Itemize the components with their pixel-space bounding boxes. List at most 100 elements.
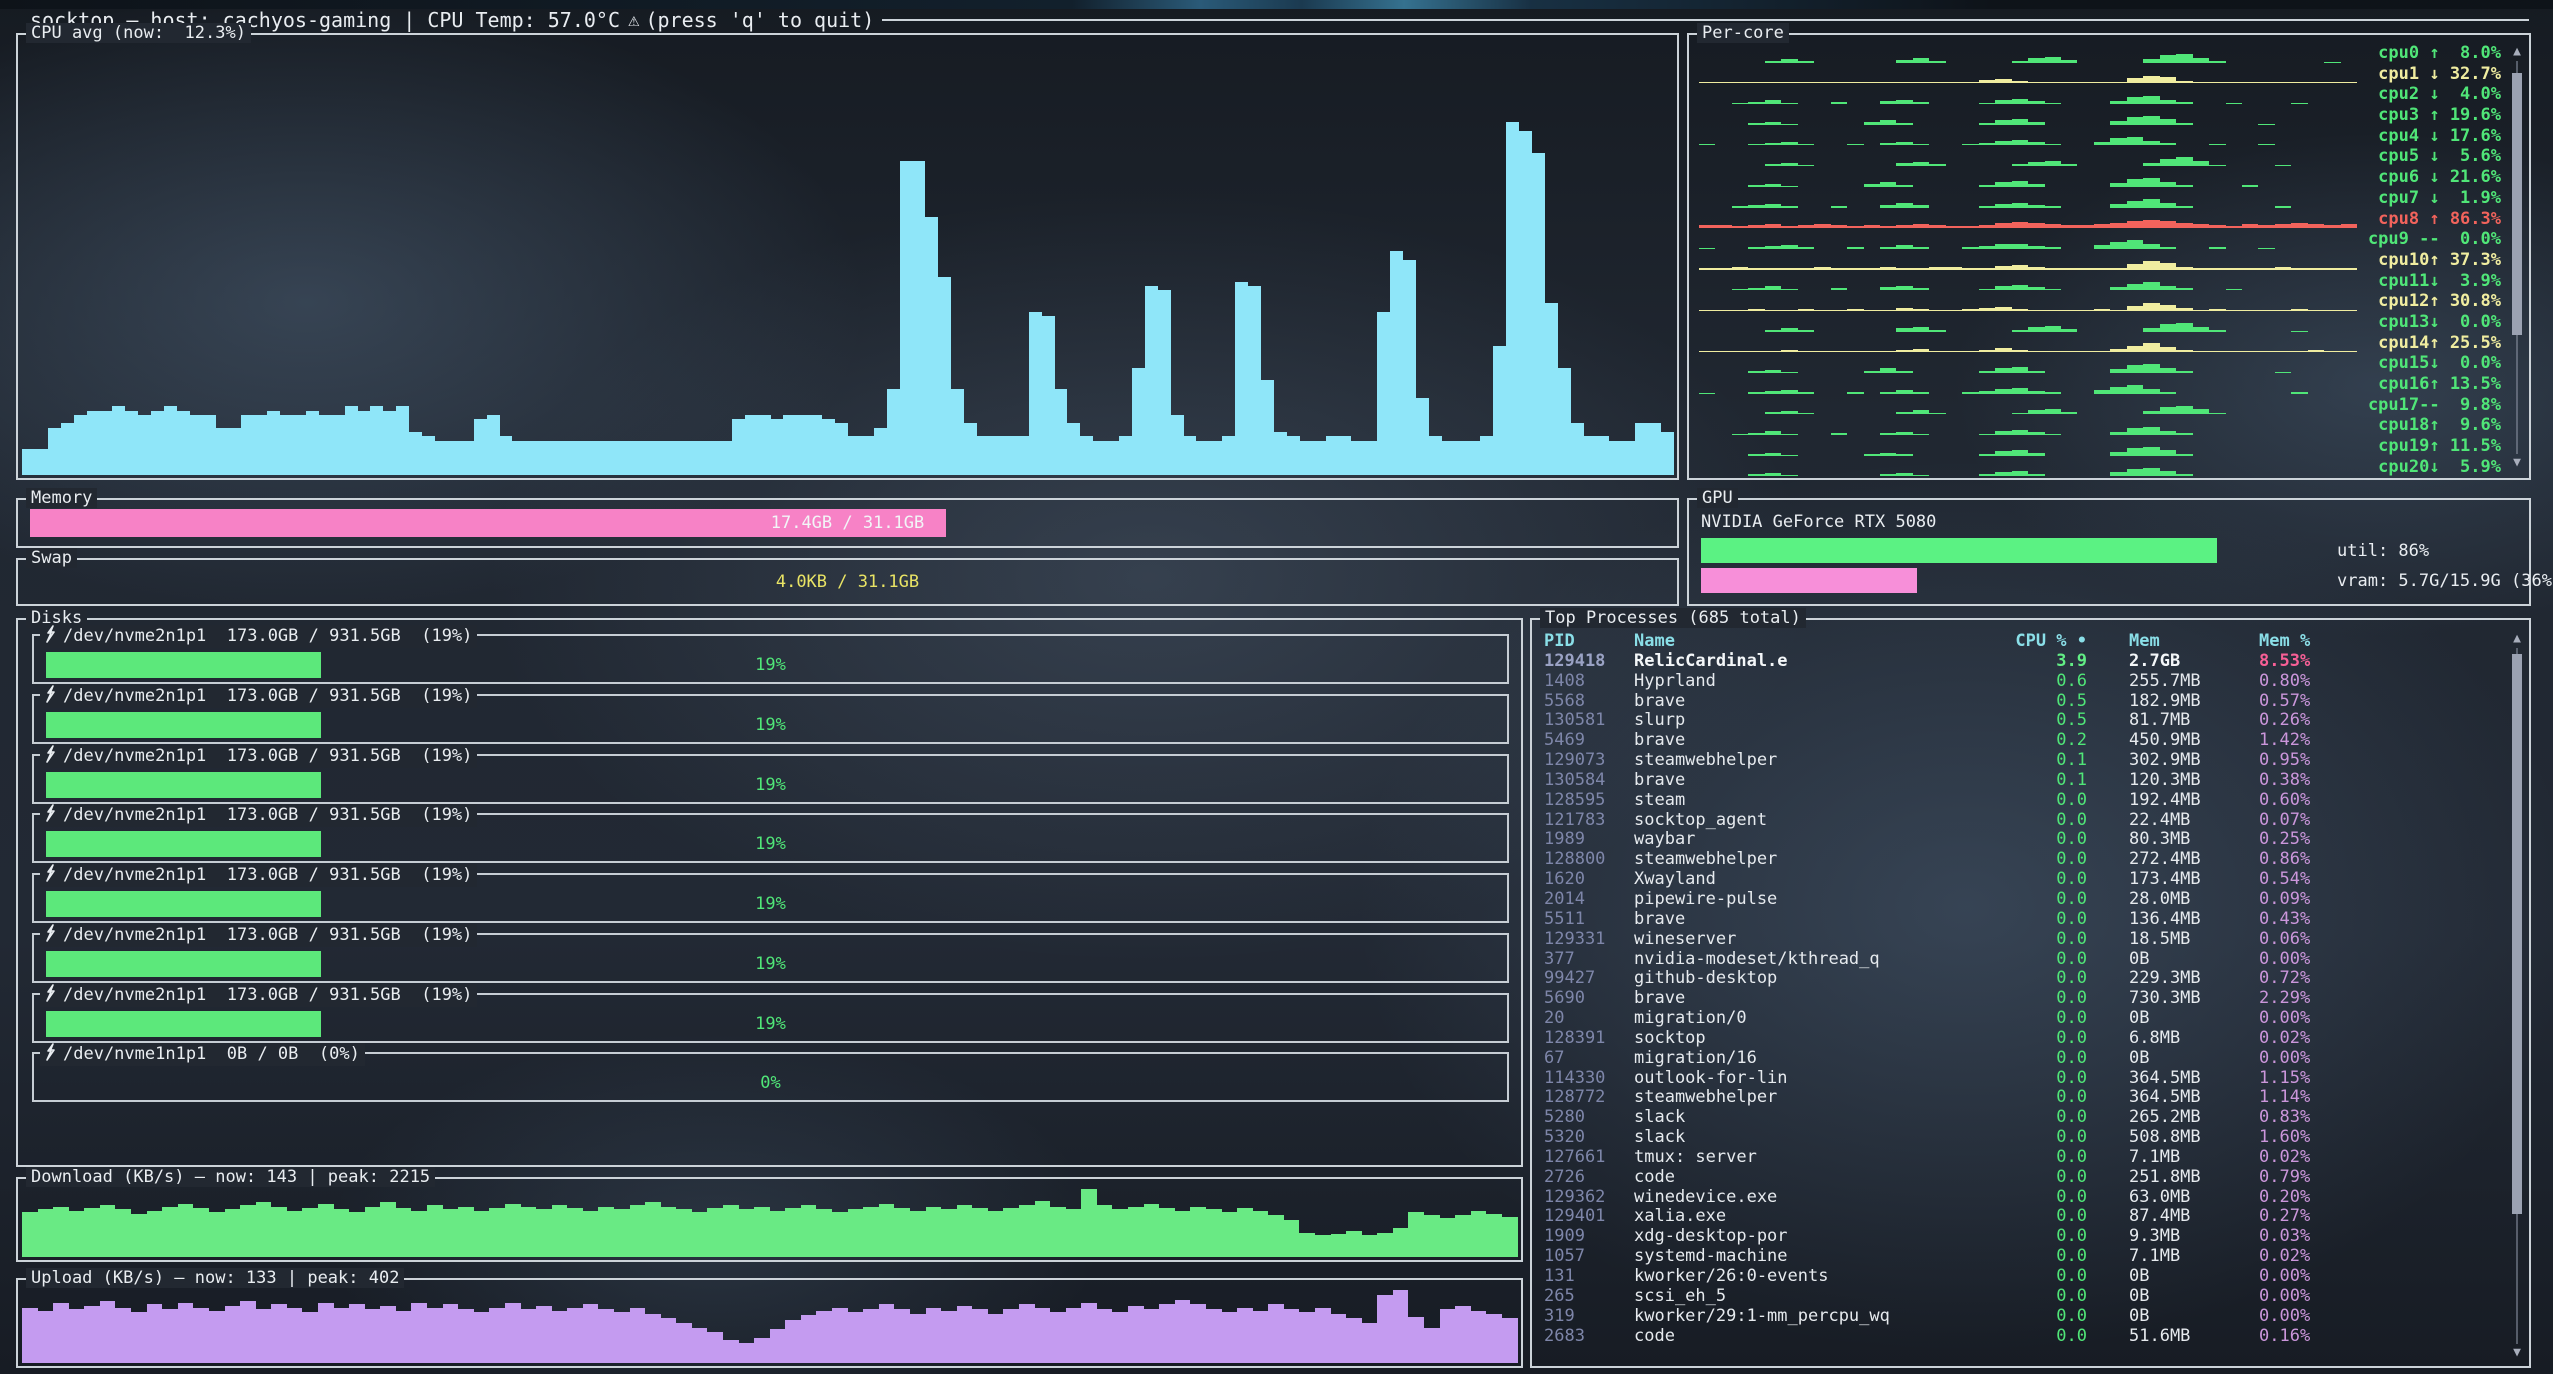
process-name: scsi_eh_5 — [1634, 1287, 1941, 1307]
per-core-row[interactable]: cpu15↓ 0.0% — [1689, 353, 2529, 374]
process-scrollbar[interactable]: ▲ ▼ — [2509, 632, 2525, 1360]
per-core-row[interactable]: cpu19↑ 11.5% — [1689, 436, 2529, 457]
process-row[interactable]: 129418RelicCardinal.e3.92.7GB8.53% — [1542, 652, 2503, 672]
process-row[interactable]: 129331wineserver0.018.5MB0.06% — [1542, 930, 2503, 950]
process-row[interactable]: 128772steamwebhelper0.0364.5MB1.14% — [1542, 1088, 2503, 1108]
process-row[interactable]: 2726code0.0251.8MB0.79% — [1542, 1168, 2503, 1188]
core-usage-label: cpu12↑ 30.8% — [2378, 291, 2501, 311]
per-core-row[interactable]: cpu10↑ 37.3% — [1689, 250, 2529, 271]
history-bar — [2127, 469, 2143, 477]
process-row[interactable]: 2014pipewire-pulse0.028.0MB0.09% — [1542, 890, 2503, 910]
scroll-down-icon[interactable]: ▼ — [2509, 456, 2525, 470]
process-mem: 272.4MB — [2089, 850, 2259, 870]
per-core-row[interactable]: cpu11↓ 3.9% — [1689, 271, 2529, 292]
history-bar — [2045, 224, 2061, 228]
process-row[interactable]: 1408Hyprland0.6255.7MB0.80% — [1542, 672, 2503, 692]
process-row[interactable]: 99427github-desktop0.0229.3MB0.72% — [1542, 969, 2503, 989]
column-header-memp[interactable]: Mem % — [2259, 632, 2503, 652]
history-bar — [2012, 367, 2028, 373]
process-row[interactable]: 67migration/160.00B0.00% — [1542, 1049, 2503, 1069]
process-row[interactable]: 5511brave0.0136.4MB0.43% — [1542, 910, 2503, 930]
scroll-up-icon[interactable]: ▲ — [2509, 45, 2525, 59]
per-core-row[interactable]: cpu8 ↑ 86.3% — [1689, 209, 2529, 230]
process-row[interactable]: 1620Xwayland0.0173.4MB0.54% — [1542, 870, 2503, 890]
per-core-row[interactable]: cpu0 ↑ 8.0% — [1689, 43, 2529, 64]
core-sparkline — [1699, 211, 2357, 229]
process-row[interactable]: 5280slack0.0265.2MB0.83% — [1542, 1108, 2503, 1128]
process-row[interactable]: 121783socktop_agent0.022.4MB0.07% — [1542, 811, 2503, 831]
per-core-row[interactable]: cpu13↓ 0.0% — [1689, 312, 2529, 333]
process-row[interactable]: 265scsi_eh_50.00B0.00% — [1542, 1287, 2503, 1307]
per-core-row[interactable]: cpu6 ↓ 21.6% — [1689, 167, 2529, 188]
history-bar — [1896, 350, 1912, 352]
process-row[interactable]: 1057systemd-machine0.07.1MB0.02% — [1542, 1247, 2503, 1267]
per-core-row[interactable]: cpu4 ↓ 17.6% — [1689, 126, 2529, 147]
process-row[interactable]: 128595steam0.0192.4MB0.60% — [1542, 791, 2503, 811]
process-row[interactable]: 5320slack0.0508.8MB1.60% — [1542, 1128, 2503, 1148]
history-bar — [2160, 203, 2176, 207]
per-core-row[interactable]: cpu18↑ 9.6% — [1689, 415, 2529, 436]
process-row[interactable]: 129073steamwebhelper0.1302.9MB0.95% — [1542, 751, 2503, 771]
history-bar — [2127, 346, 2143, 352]
process-row[interactable]: 377nvidia-modeset/kthread_q0.00B0.00% — [1542, 950, 2503, 970]
history-bar — [1748, 205, 1764, 207]
process-row[interactable]: 5469brave0.2450.9MB1.42% — [1542, 731, 2503, 751]
history-bar — [1798, 61, 1814, 62]
process-mem-pct: 0.02% — [2259, 1148, 2503, 1168]
process-row[interactable]: 1989waybar0.080.3MB0.25% — [1542, 830, 2503, 850]
history-bar — [2160, 263, 2176, 269]
per-core-row[interactable]: cpu5 ↓ 5.6% — [1689, 146, 2529, 167]
per-core-row[interactable]: cpu16↑ 13.5% — [1689, 374, 2529, 395]
scrollbar-thumb[interactable] — [2512, 73, 2522, 335]
process-row[interactable]: 128800steamwebhelper0.0272.4MB0.86% — [1542, 850, 2503, 870]
history-bar — [1732, 434, 1748, 435]
history-bar — [2341, 224, 2357, 228]
process-row[interactable]: 127661tmux: server0.07.1MB0.02% — [1542, 1148, 2503, 1168]
history-bar — [2028, 162, 2044, 166]
per-core-row[interactable]: cpu2 ↓ 4.0% — [1689, 84, 2529, 105]
disk-item: /dev/nvme2n1p1 173.0GB / 931.5GB (19%)19… — [32, 813, 1509, 863]
process-row[interactable]: 319kworker/29:1-mm_percpu_wq0.00B0.00% — [1542, 1307, 2503, 1327]
history-bar — [1995, 431, 2011, 435]
process-row[interactable]: 2683code0.051.6MB0.16% — [1542, 1327, 2503, 1347]
history-bar — [2012, 181, 2028, 187]
process-row[interactable]: 130584brave0.1120.3MB0.38% — [1542, 771, 2503, 791]
process-row[interactable]: 131kworker/26:0-events0.00B0.00% — [1542, 1267, 2503, 1287]
process-row[interactable]: 1909xdg-desktop-por0.09.3MB0.03% — [1542, 1227, 2503, 1247]
scroll-down-icon[interactable]: ▼ — [2509, 1346, 2525, 1360]
history-bar — [1346, 1231, 1362, 1257]
process-row[interactable]: 128391socktop0.06.8MB0.02% — [1542, 1029, 2503, 1049]
process-row[interactable]: 129401xalia.exe0.087.4MB0.27% — [1542, 1207, 2503, 1227]
history-bar — [1748, 102, 1764, 104]
process-row[interactable]: 114330outlook-for-lin0.0364.5MB1.15% — [1542, 1069, 2503, 1089]
per-core-row[interactable]: cpu7 ↓ 1.9% — [1689, 188, 2529, 209]
column-header-mem[interactable]: Mem — [2089, 632, 2259, 652]
per-core-row[interactable]: cpu17-- 9.8% — [1689, 395, 2529, 416]
column-header-name[interactable]: Name — [1634, 632, 1941, 652]
per-core-row[interactable]: cpu20↓ 5.9% — [1689, 457, 2529, 478]
per-core-row[interactable]: cpu1 ↓ 32.7% — [1689, 64, 2529, 85]
process-row[interactable]: 130581slurp0.581.7MB0.26% — [1542, 711, 2503, 731]
process-row[interactable]: 129362winedevice.exe0.063.0MB0.20% — [1542, 1188, 2503, 1208]
history-bar — [1112, 1209, 1128, 1257]
column-header-cpu[interactable]: CPU % • — [1941, 632, 2089, 652]
per-core-row[interactable]: cpu9 -- 0.0% — [1689, 229, 2529, 250]
history-bar — [1471, 1211, 1487, 1257]
scroll-up-icon[interactable]: ▲ — [2509, 632, 2525, 646]
column-header-pid[interactable]: PID — [1542, 632, 1634, 652]
history-bar — [2143, 116, 2159, 125]
per-core-scrollbar[interactable]: ▲ ▼ — [2509, 45, 2525, 470]
scrollbar-thumb[interactable] — [2512, 654, 2522, 1214]
per-core-row[interactable]: cpu12↑ 30.8% — [1689, 291, 2529, 312]
process-mem-pct: 8.53% — [2259, 652, 2503, 672]
gpu-util-label: util: 86% — [2337, 541, 2429, 561]
per-core-row[interactable]: cpu3 ↑ 19.6% — [1689, 105, 2529, 126]
history-bar — [1880, 247, 1896, 249]
process-row[interactable]: 5568brave0.5182.9MB0.57% — [1542, 692, 2503, 712]
process-row[interactable]: 5690brave0.0730.3MB2.29% — [1542, 989, 2503, 1009]
process-cpu: 0.0 — [1941, 1168, 2089, 1188]
process-row[interactable]: 20migration/00.00B0.00% — [1542, 1009, 2503, 1029]
history-bar — [1235, 282, 1248, 476]
per-core-row[interactable]: cpu14↑ 25.5% — [1689, 333, 2529, 354]
history-bar — [1847, 247, 1863, 248]
